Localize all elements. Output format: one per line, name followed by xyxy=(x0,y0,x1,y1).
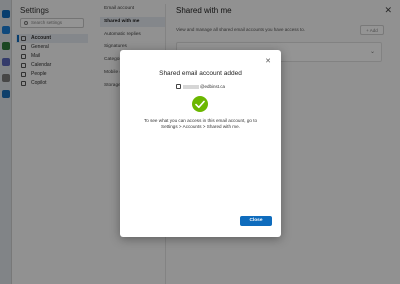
shared-account-added-dialog: ✕ Shared email account added @edbinst.ca… xyxy=(120,50,281,237)
close-button[interactable]: Close xyxy=(240,216,272,226)
person-icon xyxy=(175,84,181,90)
redacted-address xyxy=(182,84,199,89)
close-icon[interactable]: ✕ xyxy=(265,57,271,65)
dialog-message: To see what you can access in this email… xyxy=(143,118,258,130)
dialog-title: Shared email account added xyxy=(159,70,242,77)
account-domain: @edbinst.ca xyxy=(199,84,226,89)
checkmark-icon xyxy=(192,96,208,112)
added-account: @edbinst.ca xyxy=(120,84,281,90)
